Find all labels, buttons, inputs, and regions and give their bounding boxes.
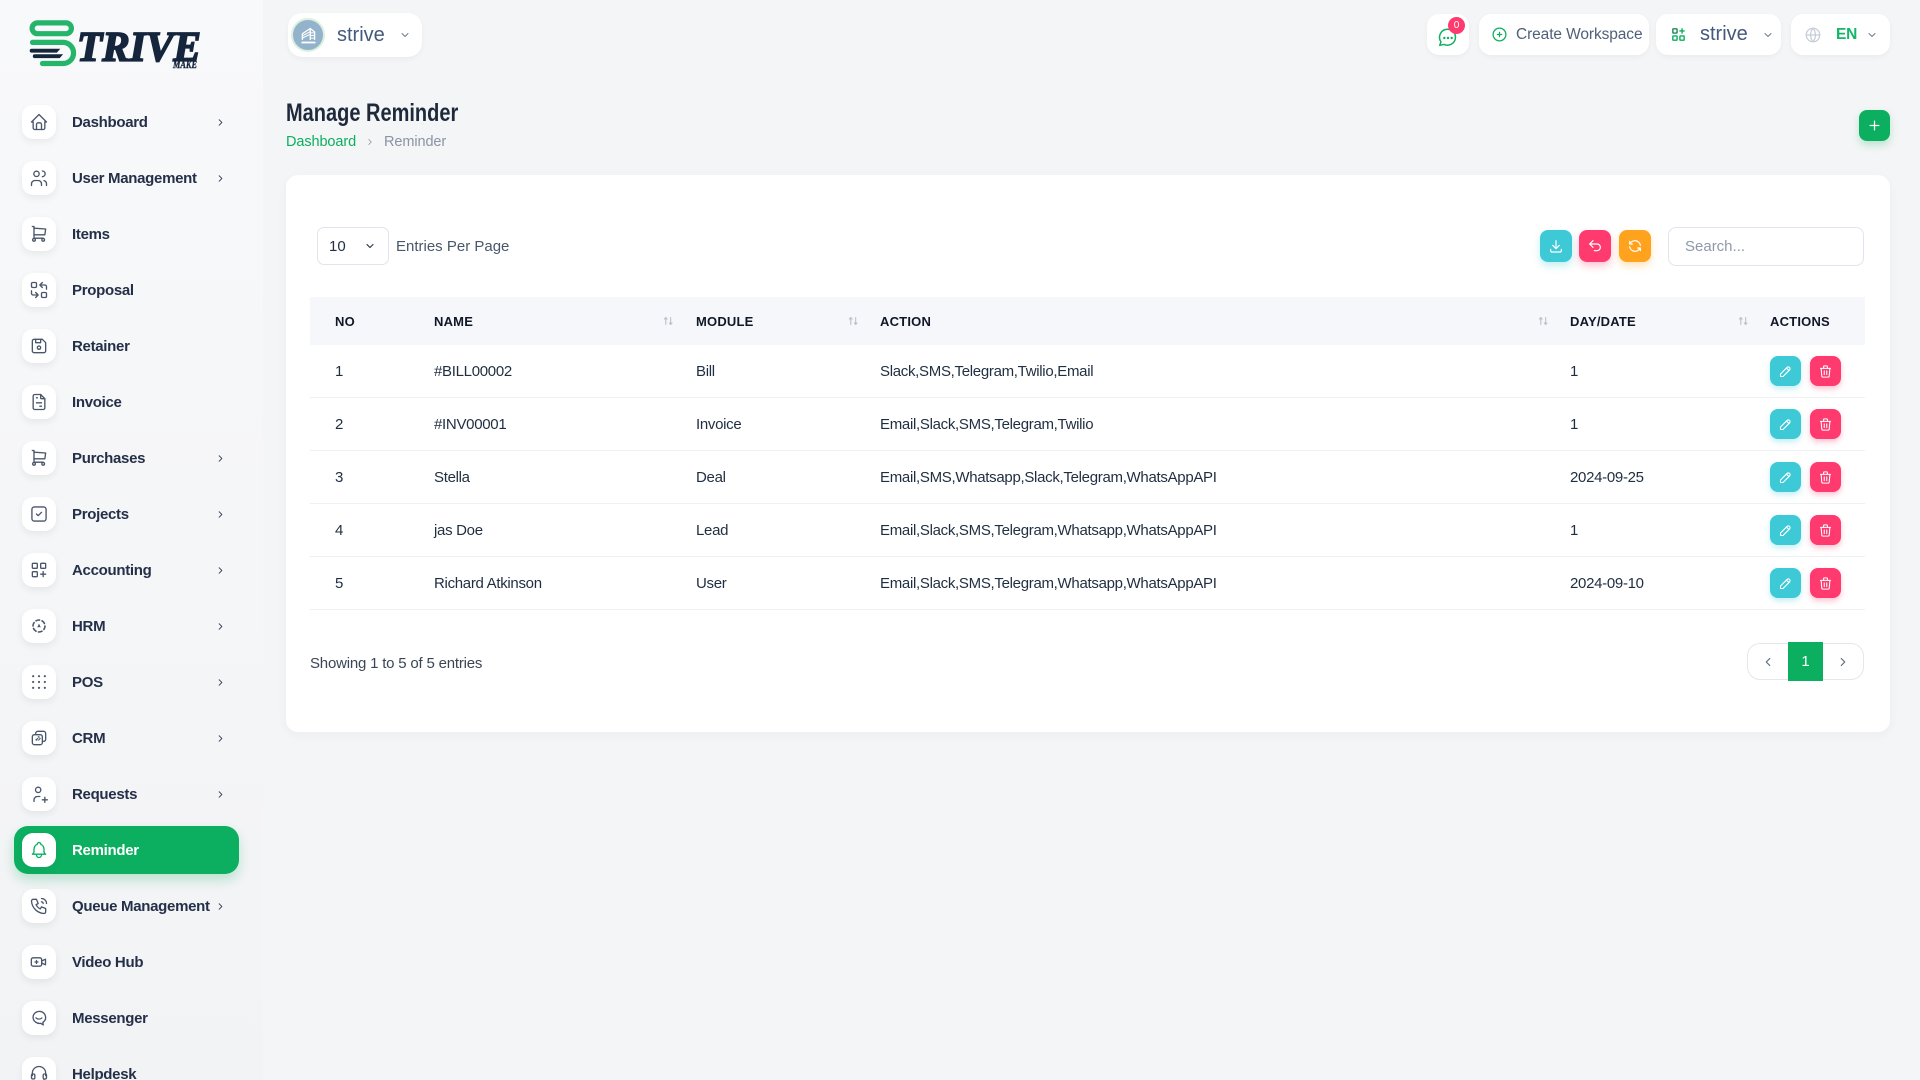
svg-text:MAKE: MAKE [172,59,197,69]
